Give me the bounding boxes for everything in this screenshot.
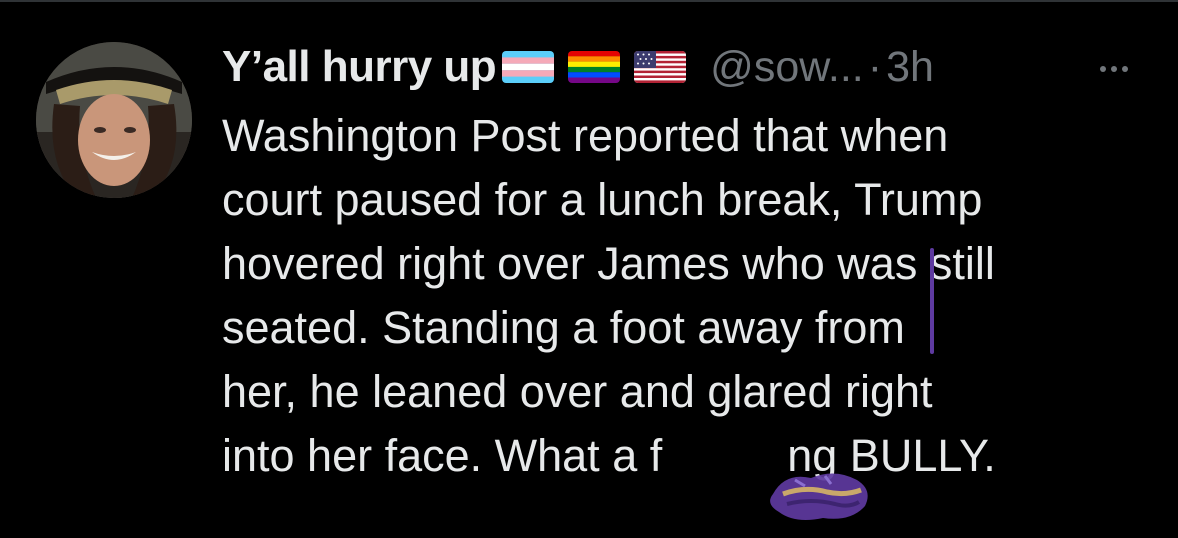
tweet-text-line: hovered right over James who was still: [222, 238, 995, 289]
more-dot-icon: [1122, 66, 1128, 72]
tweet-text: Washington Post reported that when court…: [222, 104, 1162, 488]
scribble-redaction-mark: [770, 473, 868, 520]
tweet-text-line: court paused for a lunch break, Trump: [222, 174, 983, 225]
transgender-flag-icon: [502, 51, 555, 83]
rainbow-flag-icon: [568, 51, 621, 83]
more-dot-icon: [1111, 66, 1117, 72]
tweet-text-line: into her face. What a f ng BULLY.: [222, 430, 996, 481]
more-dot-icon: [1100, 66, 1106, 72]
top-divider: [0, 0, 1178, 2]
author-handle[interactable]: @sow...: [710, 43, 864, 92]
scribble-line-mark: [930, 248, 934, 354]
author-name[interactable]: Y’all hurry up: [222, 42, 497, 92]
timestamp[interactable]: 3h: [886, 43, 934, 92]
tweet-text-line: seated. Standing a foot away from: [222, 302, 905, 353]
separator-dot: ·: [867, 42, 883, 91]
us-flag-icon: [634, 51, 687, 83]
tweet-header: Y’all hurry up @sow... · 3h: [222, 36, 934, 98]
more-options-button[interactable]: [1084, 54, 1144, 84]
tweet-text-line: Washington Post reported that when: [222, 110, 949, 161]
avatar-image: [36, 42, 192, 198]
tweet-text-line: her, he leaned over and glared right: [222, 366, 933, 417]
flag-emojis: [502, 51, 700, 83]
avatar[interactable]: [36, 42, 192, 198]
